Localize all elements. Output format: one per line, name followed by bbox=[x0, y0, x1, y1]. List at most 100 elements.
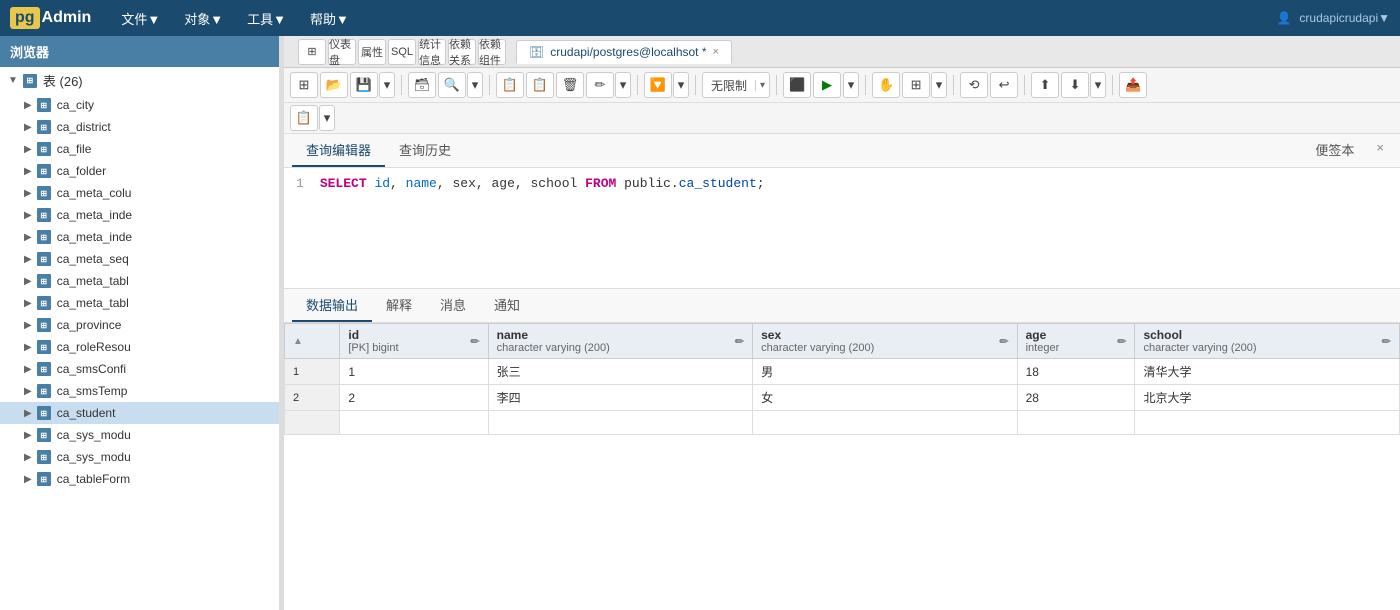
tab-close-btn[interactable]: × bbox=[713, 46, 719, 58]
query-tab[interactable]: 🗄 crudapi/postgres@localhsot * × bbox=[516, 40, 732, 64]
col-header-age[interactable]: age integer ✏ bbox=[1017, 324, 1135, 359]
user-info[interactable]: 👤 crudapicrudapi▼ bbox=[1276, 11, 1390, 25]
grid-dropdown-btn[interactable]: ▾ bbox=[931, 72, 947, 98]
col-header-name[interactable]: name character varying (200) ✏ bbox=[488, 324, 752, 359]
bookmarks-close-btn[interactable]: × bbox=[1368, 134, 1392, 167]
tab-messages[interactable]: 消息 bbox=[426, 289, 480, 322]
properties-tab[interactable]: 属性 bbox=[358, 39, 386, 65]
save-btn[interactable]: 💾 bbox=[350, 72, 378, 98]
chevron-right-icon bbox=[24, 364, 32, 375]
sidebar-item-ca_meta_inde2[interactable]: ⊞ ca_meta_inde bbox=[0, 226, 279, 248]
view-btn[interactable]: 📋 bbox=[290, 105, 318, 131]
stop-btn[interactable]: ⬛ bbox=[783, 72, 811, 98]
tree-group-tables[interactable]: ⊞ 表 (26) bbox=[0, 67, 279, 94]
view-dropdown-btn[interactable]: ▾ bbox=[319, 105, 335, 131]
col-edit-icon[interactable]: ✏ bbox=[999, 335, 1008, 348]
export-btn[interactable]: 📤 bbox=[1119, 72, 1147, 98]
stats-tab[interactable]: 统计信息 bbox=[418, 39, 446, 65]
limit-dropdown[interactable]: 无限制 ▾ bbox=[702, 72, 770, 98]
grid-btn[interactable]: ⊞ bbox=[902, 72, 930, 98]
query-tabs: 查询编辑器 查询历史 便签本 × bbox=[284, 134, 1400, 168]
menu-file[interactable]: 文件▼ bbox=[111, 5, 170, 32]
query-editor[interactable]: 1 SELECT id, name, sex, age, school FROM… bbox=[284, 168, 1400, 288]
sidebar-item-ca_sys_modu1[interactable]: ⊞ ca_sys_modu bbox=[0, 424, 279, 446]
cell-name-2[interactable]: 李四 bbox=[488, 385, 752, 411]
tab-query-editor[interactable]: 查询编辑器 bbox=[292, 134, 385, 167]
menu-help[interactable]: 帮助▼ bbox=[300, 5, 359, 32]
col-edit-icon[interactable]: ✏ bbox=[470, 335, 479, 348]
search-btn[interactable]: 🔍 bbox=[438, 72, 466, 98]
sidebar-item-ca_tableForm[interactable]: ⊞ ca_tableForm bbox=[0, 468, 279, 490]
col-edit-icon[interactable]: ✏ bbox=[735, 335, 744, 348]
cell-sex-2[interactable]: 女 bbox=[753, 385, 1017, 411]
col-header-sex[interactable]: sex character varying (200) ✏ bbox=[753, 324, 1017, 359]
upload-btn[interactable]: ⬆ bbox=[1031, 72, 1059, 98]
paste-btn[interactable]: 📋 bbox=[526, 72, 554, 98]
cell-school-1[interactable]: 清华大学 bbox=[1135, 359, 1400, 385]
cell-id-2[interactable]: 2 bbox=[340, 385, 488, 411]
sidebar-item-ca_meta_seq[interactable]: ⊞ ca_meta_seq bbox=[0, 248, 279, 270]
tab-query-history[interactable]: 查询历史 bbox=[385, 134, 465, 167]
sidebar-item-ca_roleResou[interactable]: ⊞ ca_roleResou bbox=[0, 336, 279, 358]
cell-empty-name bbox=[488, 411, 752, 435]
col-header-id[interactable]: id [PK] bigint ✏ bbox=[340, 324, 488, 359]
col-edit-icon[interactable]: ✏ bbox=[1382, 335, 1391, 348]
filter-dropdown-btn[interactable]: ▾ bbox=[673, 72, 689, 98]
sidebar-item-ca_province[interactable]: ⊞ ca_province bbox=[0, 314, 279, 336]
sidebar-item-ca_smsConfi[interactable]: ⊞ ca_smsConfi bbox=[0, 358, 279, 380]
sidebar-item-ca_city[interactable]: ⊞ ca_city bbox=[0, 94, 279, 116]
run-dropdown-btn[interactable]: ▾ bbox=[843, 72, 859, 98]
sidebar-item-ca_sys_modu2[interactable]: ⊞ ca_sys_modu bbox=[0, 446, 279, 468]
save-dropdown-btn[interactable]: ▾ bbox=[379, 72, 395, 98]
edit-dropdown-btn[interactable]: ▾ bbox=[615, 72, 631, 98]
sidebar-item-ca_meta_inde1[interactable]: ⊞ ca_meta_inde bbox=[0, 204, 279, 226]
cell-sex-1[interactable]: 男 bbox=[753, 359, 1017, 385]
cell-age-1[interactable]: 18 bbox=[1017, 359, 1135, 385]
refresh-btn[interactable]: ⟲ bbox=[960, 72, 988, 98]
cell-name-1[interactable]: 张三 bbox=[488, 359, 752, 385]
tab-data-output[interactable]: 数据输出 bbox=[292, 289, 372, 322]
table-row[interactable]: 2 2 李四 女 28 北京大学 bbox=[285, 385, 1400, 411]
run-btn[interactable]: ▶ bbox=[813, 72, 841, 98]
sidebar-item-ca_file[interactable]: ⊞ ca_file bbox=[0, 138, 279, 160]
delete-btn[interactable]: 🗑 bbox=[556, 72, 584, 98]
menu-tools[interactable]: 工具▼ bbox=[237, 5, 296, 32]
sql-tab[interactable]: SQL bbox=[388, 39, 416, 65]
search-dropdown-btn[interactable]: ▾ bbox=[467, 72, 483, 98]
dashboard-tab[interactable]: 仪表盘 bbox=[328, 39, 356, 65]
dependents-tab[interactable]: 依赖组件 bbox=[478, 39, 506, 65]
col-type-age: integer bbox=[1026, 342, 1060, 354]
sidebar-item-ca_district[interactable]: ⊞ ca_district bbox=[0, 116, 279, 138]
sidebar-item-ca_meta_tabl1[interactable]: ⊞ ca_meta_tabl bbox=[0, 270, 279, 292]
undo-btn[interactable]: ↩ bbox=[990, 72, 1018, 98]
copy-btn[interactable]: 📋 bbox=[496, 72, 524, 98]
server-btn[interactable]: ⊞ bbox=[290, 72, 318, 98]
tab-explain[interactable]: 解释 bbox=[372, 289, 426, 322]
cell-age-2[interactable]: 28 bbox=[1017, 385, 1135, 411]
sidebar-item-ca_meta_tabl2[interactable]: ⊞ ca_meta_tabl bbox=[0, 292, 279, 314]
download-group: ⬇ ▾ bbox=[1061, 72, 1106, 98]
hand-btn[interactable]: ✋ bbox=[872, 72, 900, 98]
connect-btn[interactable]: 🗃 bbox=[408, 72, 436, 98]
table-row[interactable]: 1 1 张三 男 18 清华大学 bbox=[285, 359, 1400, 385]
col-header-school[interactable]: school character varying (200) ✏ bbox=[1135, 324, 1400, 359]
cell-school-2[interactable]: 北京大学 bbox=[1135, 385, 1400, 411]
sidebar-item-ca_student[interactable]: ⊞ ca_student bbox=[0, 402, 279, 424]
sidebar-item-ca_smsTemp[interactable]: ⊞ ca_smsTemp bbox=[0, 380, 279, 402]
sql-code[interactable]: SELECT id, name, sex, age, school FROM p… bbox=[320, 176, 765, 280]
download-btn[interactable]: ⬇ bbox=[1061, 72, 1089, 98]
filter-btn[interactable]: 🔽 bbox=[644, 72, 672, 98]
tab-notifications[interactable]: 通知 bbox=[480, 289, 534, 322]
open-btn[interactable]: 📂 bbox=[320, 72, 348, 98]
col-edit-icon[interactable]: ✏ bbox=[1117, 335, 1126, 348]
edit-btn[interactable]: ✏ bbox=[586, 72, 614, 98]
quick-access-btn[interactable]: ⊞ bbox=[298, 39, 326, 65]
sidebar-item-ca_folder[interactable]: ⊞ ca_folder bbox=[0, 160, 279, 182]
sidebar-item-ca_meta_colu[interactable]: ⊞ ca_meta_colu bbox=[0, 182, 279, 204]
download-dropdown-btn[interactable]: ▾ bbox=[1090, 72, 1106, 98]
menu-object[interactable]: 对象▼ bbox=[174, 5, 233, 32]
second-toolbar: 📋 ▾ bbox=[284, 103, 1400, 134]
keyword-from: FROM bbox=[585, 176, 616, 191]
cell-id-1[interactable]: 1 bbox=[340, 359, 488, 385]
dependencies-tab[interactable]: 依赖关系 bbox=[448, 39, 476, 65]
